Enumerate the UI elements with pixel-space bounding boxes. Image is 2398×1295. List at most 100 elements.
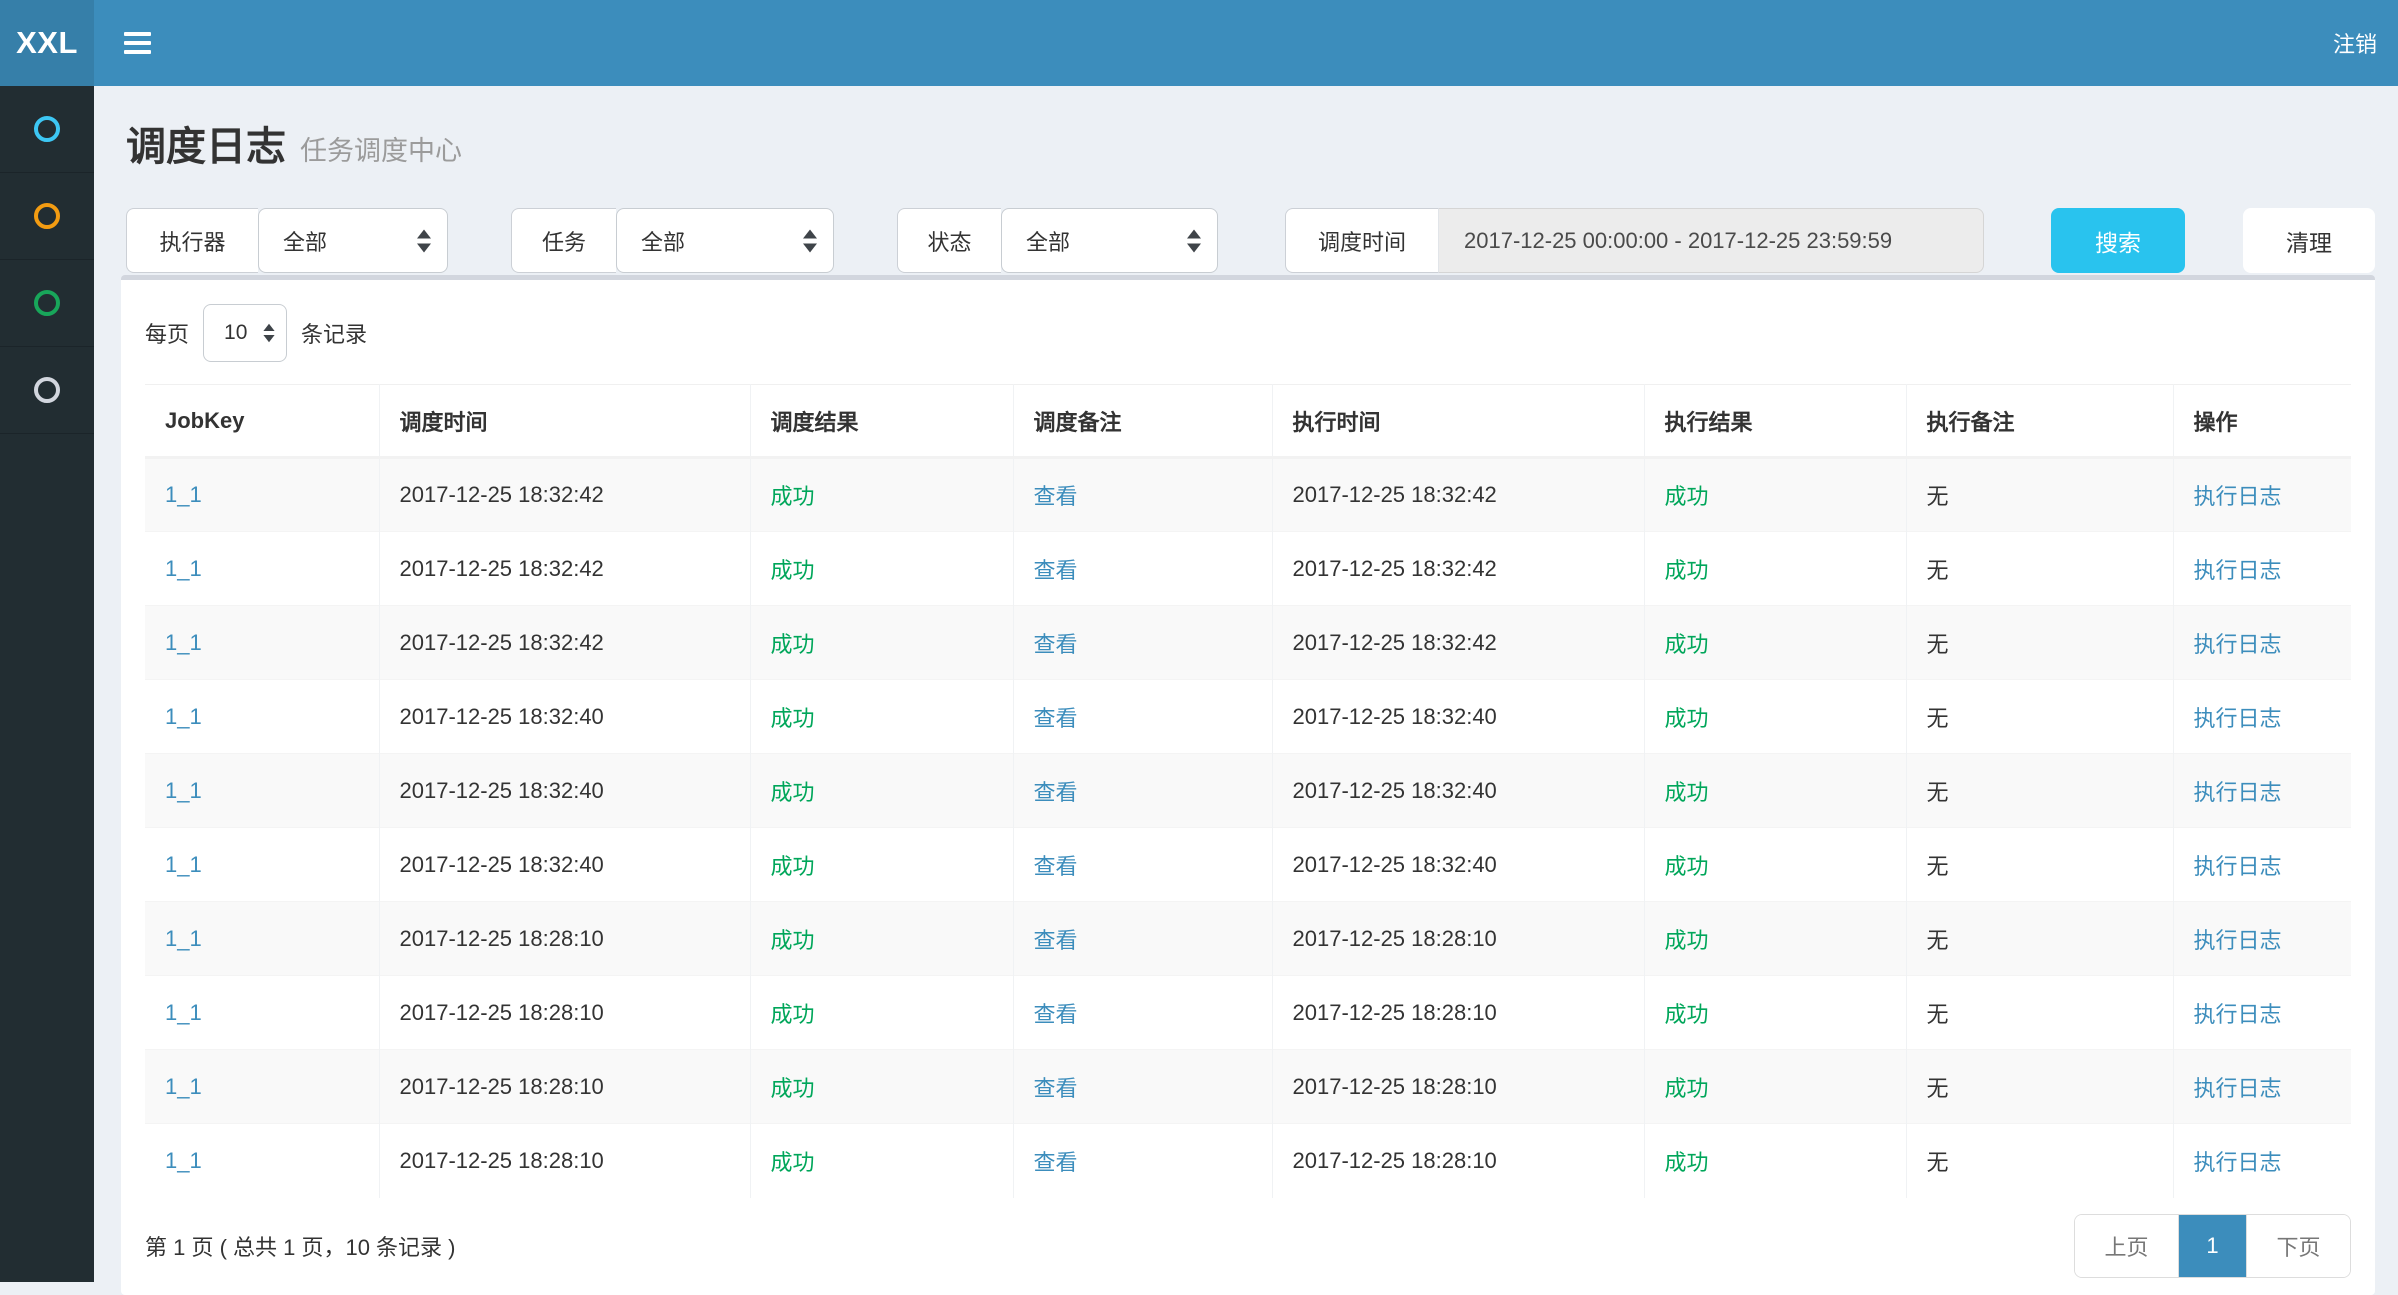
trigger-time-cell: 2017-12-25 18:32:40 <box>379 828 750 902</box>
jobkey-link[interactable]: 1_1 <box>165 482 202 507</box>
jobkey-link[interactable]: 1_1 <box>165 556 202 581</box>
table-footer: 第 1 页 ( 总共 1 页，10 条记录 ) 上页 1 下页 <box>145 1214 2351 1278</box>
sidebar-item-1[interactable] <box>0 86 94 173</box>
trigger-time-cell: 2017-12-25 18:32:40 <box>379 754 750 828</box>
search-button[interactable]: 搜索 <box>2051 208 2185 273</box>
column-header-trigger-time: 调度时间 <box>379 385 750 458</box>
page-size-row: 每页 10 条记录 <box>145 304 2351 362</box>
exec-remark-cell: 无 <box>1906 680 2173 754</box>
sidebar-toggle-button[interactable] <box>94 0 181 86</box>
trigger-remark-view-link[interactable]: 查看 <box>1034 706 1078 731</box>
trigger-remark-view-link[interactable]: 查看 <box>1034 1150 1078 1175</box>
sidebar-menu <box>0 86 94 1282</box>
pagination-info: 第 1 页 ( 总共 1 页，10 条记录 ) <box>145 1230 456 1262</box>
exec-log-link[interactable]: 执行日志 <box>2194 632 2282 657</box>
hamburger-icon <box>124 50 151 54</box>
hamburger-icon <box>124 32 151 36</box>
table-row: 1_1 2017-12-25 18:28:10 成功 查看 2017-12-25… <box>145 1050 2351 1124</box>
trigger-remark-view-link[interactable]: 查看 <box>1034 484 1078 509</box>
prev-page-button[interactable]: 上页 <box>2075 1215 2179 1277</box>
job-select-value: 全部 <box>641 225 685 257</box>
trigger-time-range-input[interactable]: 2017-12-25 00:00:00 - 2017-12-25 23:59:5… <box>1439 208 1984 273</box>
next-page-button[interactable]: 下页 <box>2246 1215 2350 1277</box>
sidebar-item-4[interactable] <box>0 347 94 434</box>
trigger-remark-view-link[interactable]: 查看 <box>1034 632 1078 657</box>
sidebar-item-3[interactable] <box>0 260 94 347</box>
trigger-remark-view-link[interactable]: 查看 <box>1034 854 1078 879</box>
app-logo[interactable]: XXL <box>0 0 94 86</box>
circle-icon <box>34 377 60 403</box>
current-page-button[interactable]: 1 <box>2179 1215 2246 1277</box>
trigger-remark-view-link[interactable]: 查看 <box>1034 1076 1078 1101</box>
trigger-time-filter-group: 调度时间 2017-12-25 00:00:00 - 2017-12-25 23… <box>1218 208 1984 273</box>
exec-log-link[interactable]: 执行日志 <box>2194 484 2282 509</box>
exec-log-link[interactable]: 执行日志 <box>2194 928 2282 953</box>
jobkey-link[interactable]: 1_1 <box>165 630 202 655</box>
trigger-remark-view-link[interactable]: 查看 <box>1034 1002 1078 1027</box>
exec-time-cell: 2017-12-25 18:32:42 <box>1272 458 1644 532</box>
exec-log-link[interactable]: 执行日志 <box>2194 706 2282 731</box>
jobkey-link[interactable]: 1_1 <box>165 778 202 803</box>
jobkey-link[interactable]: 1_1 <box>165 852 202 877</box>
trigger-result-cell: 成功 <box>750 1050 1013 1124</box>
trigger-remark-view-link[interactable]: 查看 <box>1034 558 1078 583</box>
trigger-time-cell: 2017-12-25 18:28:10 <box>379 1050 750 1124</box>
select-arrows-icon <box>803 229 817 252</box>
jobkey-link[interactable]: 1_1 <box>165 704 202 729</box>
exec-result-cell: 成功 <box>1644 1124 1906 1198</box>
trigger-remark-view-link[interactable]: 查看 <box>1034 928 1078 953</box>
status-select-value: 全部 <box>1026 225 1070 257</box>
select-arrows-icon <box>417 229 431 252</box>
trigger-remark-view-link[interactable]: 查看 <box>1034 780 1078 805</box>
trigger-result-cell: 成功 <box>750 1124 1013 1198</box>
jobkey-link[interactable]: 1_1 <box>165 926 202 951</box>
sidebar-item-2[interactable] <box>0 173 94 260</box>
exec-remark-cell: 无 <box>1906 606 2173 680</box>
filter-toolbar: 执行器 全部 任务 全部 状态 全部 调度时间 2017-12-25 00:00… <box>126 208 2375 273</box>
trigger-time-cell: 2017-12-25 18:32:42 <box>379 458 750 532</box>
exec-log-link[interactable]: 执行日志 <box>2194 780 2282 805</box>
hamburger-icon <box>124 41 151 45</box>
exec-time-cell: 2017-12-25 18:32:40 <box>1272 828 1644 902</box>
clear-button[interactable]: 清理 <box>2243 208 2375 273</box>
trigger-result-cell: 成功 <box>750 458 1013 532</box>
jobkey-link[interactable]: 1_1 <box>165 1000 202 1025</box>
page-title: 调度日志 <box>126 125 286 169</box>
table-row: 1_1 2017-12-25 18:28:10 成功 查看 2017-12-25… <box>145 1124 2351 1198</box>
trigger-result-cell: 成功 <box>750 532 1013 606</box>
trigger-time-cell: 2017-12-25 18:28:10 <box>379 1124 750 1198</box>
exec-log-link[interactable]: 执行日志 <box>2194 1076 2282 1101</box>
column-header-trigger-remark: 调度备注 <box>1013 385 1272 458</box>
jobkey-link[interactable]: 1_1 <box>165 1074 202 1099</box>
status-filter-group: 状态 全部 <box>834 208 1218 273</box>
exec-time-cell: 2017-12-25 18:28:10 <box>1272 1124 1644 1198</box>
table-row: 1_1 2017-12-25 18:32:40 成功 查看 2017-12-25… <box>145 680 2351 754</box>
status-select[interactable]: 全部 <box>1001 208 1218 273</box>
exec-remark-cell: 无 <box>1906 458 2173 532</box>
column-header-exec-time: 执行时间 <box>1272 385 1644 458</box>
logout-link[interactable]: 注销 <box>2333 0 2398 86</box>
circle-icon <box>34 290 60 316</box>
job-select[interactable]: 全部 <box>616 208 834 273</box>
trigger-time-cell: 2017-12-25 18:32:42 <box>379 606 750 680</box>
page-size-prefix-label: 每页 <box>145 317 189 349</box>
exec-result-cell: 成功 <box>1644 976 1906 1050</box>
jobkey-link[interactable]: 1_1 <box>165 1148 202 1173</box>
exec-log-link[interactable]: 执行日志 <box>2194 558 2282 583</box>
exec-remark-cell: 无 <box>1906 828 2173 902</box>
exec-time-cell: 2017-12-25 18:28:10 <box>1272 1050 1644 1124</box>
exec-log-link[interactable]: 执行日志 <box>2194 854 2282 879</box>
executor-select[interactable]: 全部 <box>258 208 448 273</box>
exec-log-link[interactable]: 执行日志 <box>2194 1150 2282 1175</box>
main-content: 调度日志任务调度中心 执行器 全部 任务 全部 状态 全部 调度时间 <box>94 86 2398 1282</box>
table-row: 1_1 2017-12-25 18:32:42 成功 查看 2017-12-25… <box>145 458 2351 532</box>
page-subtitle: 任务调度中心 <box>300 136 462 166</box>
column-header-exec-remark: 执行备注 <box>1906 385 2173 458</box>
exec-log-link[interactable]: 执行日志 <box>2194 1002 2282 1027</box>
page-size-select[interactable]: 10 <box>203 304 287 362</box>
column-header-trigger-result: 调度结果 <box>750 385 1013 458</box>
column-header-exec-result: 执行结果 <box>1644 385 1906 458</box>
exec-remark-cell: 无 <box>1906 1050 2173 1124</box>
log-table: JobKey 调度时间 调度结果 调度备注 执行时间 执行结果 执行备注 操作 … <box>145 384 2351 1198</box>
table-row: 1_1 2017-12-25 18:32:40 成功 查看 2017-12-25… <box>145 754 2351 828</box>
